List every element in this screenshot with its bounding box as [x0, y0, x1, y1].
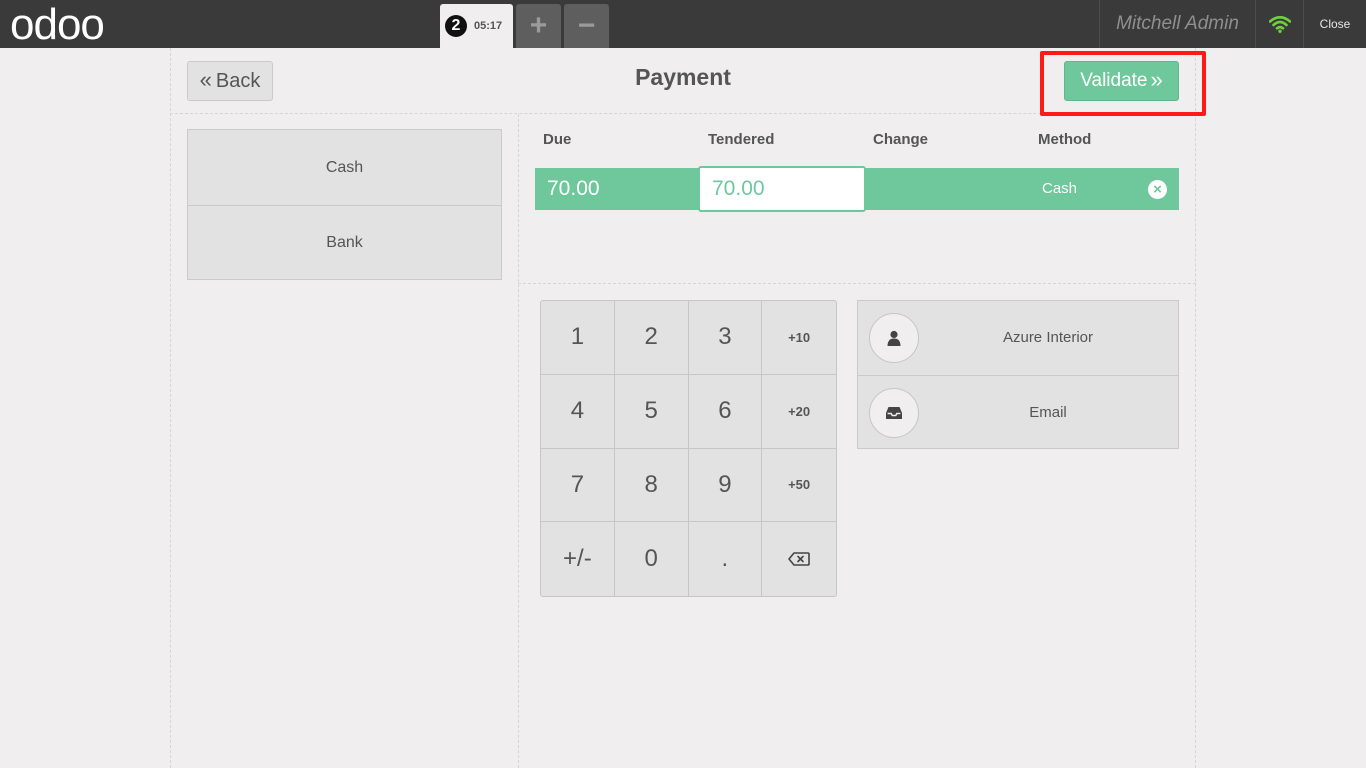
frame-divider-middle: [518, 114, 519, 768]
column-header-method: Method: [1038, 131, 1092, 148]
order-number-badge: 2: [445, 15, 467, 37]
numpad-key-8[interactable]: 8: [614, 448, 689, 523]
frame-divider-left: [170, 48, 171, 768]
close-button[interactable]: Close: [1303, 0, 1366, 48]
numpad-key-plus20[interactable]: +20: [762, 375, 836, 449]
numpad-key-9[interactable]: 9: [688, 448, 763, 523]
numpad-key-6[interactable]: 6: [688, 374, 763, 449]
validate-label: Validate: [1080, 70, 1148, 91]
inbox-icon: [869, 388, 919, 438]
close-circle-icon[interactable]: ×: [1148, 180, 1167, 199]
add-order-button[interactable]: +: [516, 4, 561, 48]
wifi-icon: [1255, 0, 1303, 48]
numpad-key-backspace[interactable]: [762, 522, 836, 596]
numpad-key-plus10[interactable]: +10: [762, 301, 836, 375]
numpad-key-3[interactable]: 3: [688, 301, 763, 375]
top-bar: odoo 2 05:17 + − Mitchell Admin Close: [0, 0, 1366, 48]
frame-divider-right: [1195, 48, 1196, 768]
numpad-key-0[interactable]: 0: [615, 522, 689, 596]
numpad-key-decimal[interactable]: .: [689, 522, 763, 596]
validate-button[interactable]: Validate »: [1064, 61, 1179, 101]
remove-order-button[interactable]: −: [564, 4, 609, 48]
double-chevron-right-icon: »: [1150, 67, 1163, 92]
backspace-icon: [788, 552, 810, 566]
email-button[interactable]: Email: [858, 375, 1178, 449]
payment-line-due: 70.00: [547, 177, 600, 200]
column-header-due: Due: [543, 131, 572, 148]
column-header-tendered: Tendered: [708, 131, 775, 148]
numpad-key-plus50[interactable]: +50: [762, 449, 836, 523]
numpad-key-2[interactable]: 2: [614, 301, 689, 375]
numpad-key-4[interactable]: 4: [541, 374, 615, 449]
payment-method-bank[interactable]: Bank: [188, 205, 501, 280]
customer-label: Azure Interior: [1002, 329, 1094, 346]
numpad-key-5[interactable]: 5: [614, 374, 689, 449]
odoo-logo: odoo: [10, 0, 105, 49]
email-label: Email: [1029, 404, 1067, 421]
tendered-amount-input[interactable]: 70.00: [698, 166, 866, 212]
column-header-change: Change: [873, 131, 929, 148]
back-button[interactable]: « Back: [187, 61, 273, 101]
numpad-key-1[interactable]: 1: [541, 301, 615, 375]
payment-method-cash[interactable]: Cash: [188, 130, 501, 205]
back-label: Back: [215, 69, 261, 92]
payment-line[interactable]: 70.00 70.00 Cash ×: [535, 166, 1179, 212]
order-time: 05:17: [474, 20, 503, 32]
user-icon: [869, 313, 919, 363]
numpad-key-sign[interactable]: +/-: [541, 522, 615, 596]
customer-button[interactable]: Azure Interior: [858, 301, 1178, 375]
numpad: 1 2 3 +10 4 5 6 +20 7 8 9 +50 +/- 0 .: [540, 300, 837, 597]
lines-divider: [518, 283, 1196, 284]
double-chevron-left-icon: «: [199, 67, 212, 92]
order-tab[interactable]: 2 05:17: [440, 4, 513, 48]
page-title: Payment: [635, 64, 731, 90]
payment-options: Azure Interior Email: [857, 300, 1179, 449]
numpad-key-7[interactable]: 7: [541, 448, 615, 523]
payment-methods-list: Cash Bank: [187, 129, 502, 280]
username[interactable]: Mitchell Admin: [1099, 0, 1255, 48]
payment-line-method: Cash: [1042, 180, 1078, 197]
